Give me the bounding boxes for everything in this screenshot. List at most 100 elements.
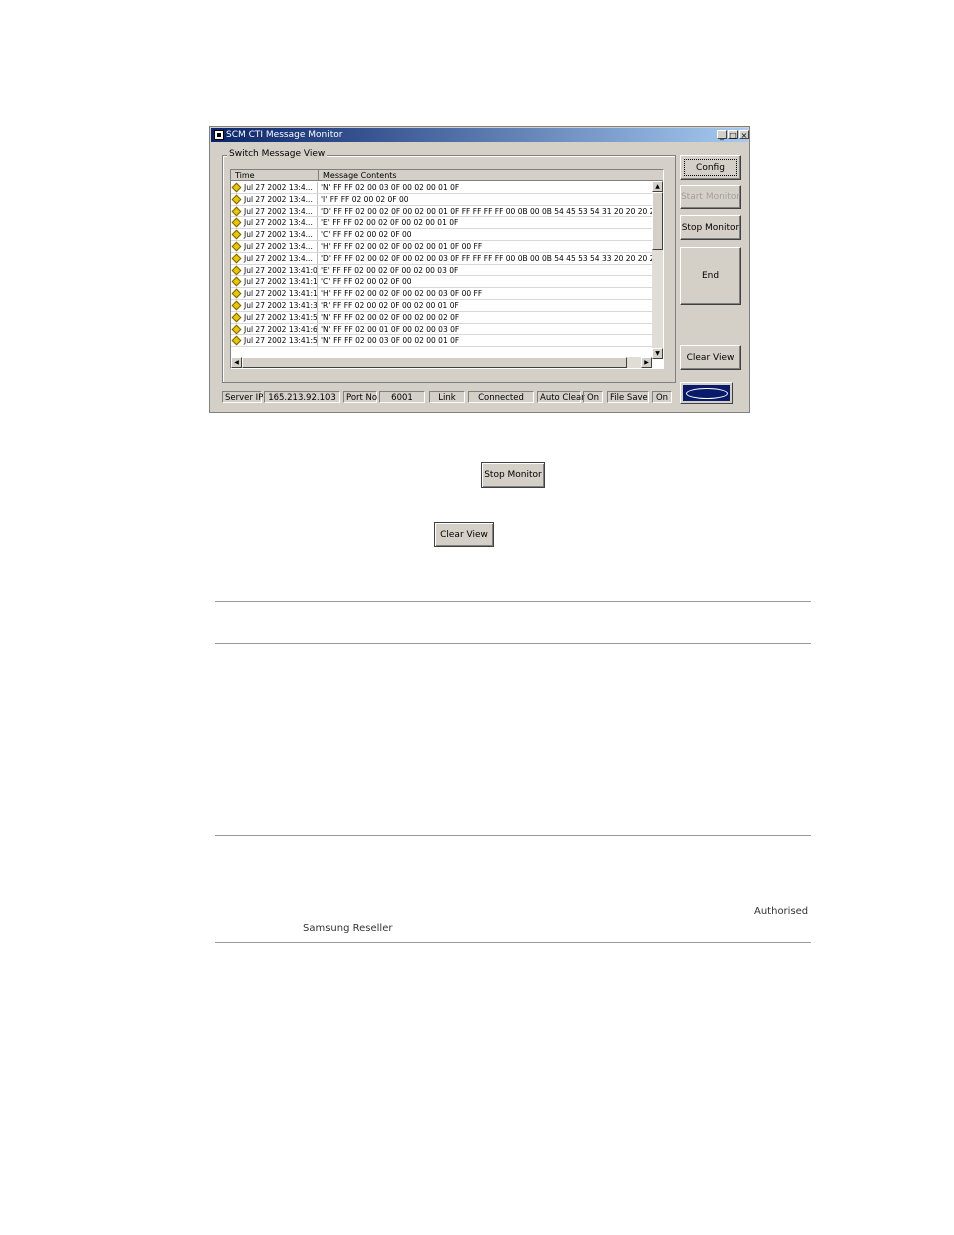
event-icon [231, 194, 242, 205]
close-button[interactable]: × [739, 130, 749, 140]
time-cell: Jul 27 2002 13:41:5 [231, 335, 318, 347]
time-cell: Jul 27 2002 13:4... [231, 182, 318, 193]
divider [215, 601, 811, 602]
footnote-reseller: Samsung Reseller [303, 923, 393, 934]
message-cell: 'I' FF FF 02 00 02 0F 00 [321, 194, 409, 204]
auto-clear-value: On [583, 391, 603, 403]
table-row[interactable]: Jul 27 2002 13:4... 'C' FF FF 02 00 02 0F… [231, 229, 653, 241]
event-icon [231, 335, 242, 346]
port-label: Port No [343, 391, 377, 403]
event-icon [231, 206, 242, 217]
time-text: Jul 27 2002 13:4... [244, 218, 313, 228]
table-row[interactable]: Jul 27 2002 13:41:6 'N' FF FF 02 00 01 0F… [231, 323, 653, 336]
start-monitor-button[interactable]: Start Monitor [680, 185, 741, 209]
time-cell: Jul 27 2002 13:4... [231, 217, 318, 229]
message-cell: 'D' FF FF 02 00 02 0F 00 02 00 01 0F FF … [321, 206, 653, 216]
time-text: Jul 27 2002 13:41:0 [244, 265, 318, 275]
time-text: Jul 27 2002 13:41:3 [244, 300, 318, 310]
message-cell: 'H' FF FF 02 00 02 0F 00 02 00 03 0F 00 … [321, 289, 483, 299]
horizontal-scroll-thumb[interactable] [242, 357, 627, 368]
event-icon [231, 182, 242, 193]
column-header-message[interactable]: Message Contents [319, 170, 663, 181]
table-row[interactable]: Jul 27 2002 13:41:5 'N' FF FF 02 00 03 0F… [231, 335, 653, 348]
file-save-value: On [652, 391, 672, 403]
time-cell: Jul 27 2002 13:41:1 [231, 288, 318, 299]
auto-clear-label: Auto Clear [537, 391, 585, 403]
time-text: Jul 27 2002 13:41:5 [244, 312, 318, 322]
clear-view-button[interactable]: Clear View [680, 345, 741, 370]
event-icon [231, 253, 242, 264]
event-icon [231, 288, 242, 299]
time-text: Jul 27 2002 13:41:1 [244, 289, 318, 299]
time-cell: Jul 27 2002 13:41:6 [231, 323, 318, 335]
message-cell: 'N' FF FF 02 00 01 0F 00 02 00 03 0F [321, 324, 460, 334]
table-row[interactable]: Jul 27 2002 13:4... 'H' FF FF 02 00 02 0F… [231, 240, 653, 253]
vertical-scroll-thumb[interactable] [652, 192, 663, 250]
time-text: Jul 27 2002 13:4... [244, 183, 313, 192]
maximize-button[interactable]: □ [728, 130, 738, 140]
table-row[interactable]: Jul 27 2002 13:4... 'I' FF FF 02 00 02 0F… [231, 193, 653, 206]
table-row[interactable]: Jul 27 2002 13:4... 'E' FF FF 02 00 02 0F… [231, 217, 653, 230]
time-cell: Jul 27 2002 13:41:5 [231, 311, 318, 323]
message-list[interactable]: Time Message Contents Jul 27 2002 13:4..… [230, 169, 664, 369]
message-cell: 'R' FF FF 02 00 02 0F 00 02 00 01 0F [321, 300, 459, 310]
message-monitor-window: SCM CTI Message Monitor _ □ × Switch Mes… [209, 126, 750, 413]
table-row[interactable]: Jul 27 2002 13:41:5 'N' FF FF 02 00 02 0F… [231, 311, 653, 324]
message-cell: 'C' FF FF 02 00 02 0F 00 [321, 230, 412, 240]
time-cell: Jul 27 2002 13:4... [231, 193, 318, 205]
table-row[interactable]: Jul 27 2002 13:41:3 'R' FF FF 02 00 02 0F… [231, 299, 653, 312]
stop-monitor-button-image: Stop Monitor [481, 462, 545, 488]
window-title: SCM CTI Message Monitor [226, 130, 343, 140]
column-header-time[interactable]: Time [231, 170, 319, 181]
time-cell: Jul 27 2002 13:4... [231, 229, 318, 240]
scroll-right-button[interactable]: ▶ [641, 357, 652, 368]
message-cell: 'N' FF FF 02 00 03 0F 00 02 00 01 0F [321, 336, 460, 346]
samsung-logo[interactable] [680, 382, 733, 404]
title-bar[interactable]: SCM CTI Message Monitor _ □ × [211, 128, 749, 142]
table-row[interactable]: Jul 27 2002 13:41:1 'H' FF FF 02 00 02 0F… [231, 288, 653, 300]
minimize-button[interactable]: _ [717, 130, 727, 140]
message-cell: 'E' FF FF 02 00 02 0F 00 02 00 03 0F [321, 265, 459, 275]
event-icon [231, 324, 242, 335]
scroll-left-button[interactable]: ◀ [231, 357, 242, 368]
message-cell: 'N' FF FF 02 00 02 0F 00 02 00 02 0F [321, 312, 460, 322]
time-text: Jul 27 2002 13:4... [244, 241, 313, 251]
divider [215, 942, 811, 943]
horizontal-scrollbar[interactable]: ◀ ▶ [231, 357, 652, 368]
table-row[interactable]: Jul 27 2002 13:4... 'D' FF FF 02 00 02 0F… [231, 205, 653, 218]
app-icon[interactable] [214, 130, 224, 140]
clear-view-button-image: Clear View [434, 522, 494, 547]
port-value: 6001 [379, 391, 425, 403]
vertical-scrollbar[interactable]: ▲ ▼ [652, 181, 663, 359]
table-row[interactable]: Jul 27 2002 13:4... 'N' FF FF 02 00 03 0F… [231, 182, 653, 194]
event-icon [231, 229, 242, 240]
list-header: Time Message Contents [231, 170, 663, 181]
event-icon [231, 217, 242, 228]
file-save-label: File Save [607, 391, 649, 403]
message-cell: 'E' FF FF 02 00 02 0F 00 02 00 01 0F [321, 218, 459, 228]
event-icon [231, 241, 242, 252]
server-ip-label: Server IP [222, 391, 263, 403]
end-button[interactable]: End [680, 247, 741, 305]
time-cell: Jul 27 2002 13:4... [231, 240, 318, 252]
divider [215, 835, 811, 836]
message-cell: 'C' FF FF 02 00 02 0F 00 [321, 277, 412, 287]
scroll-down-button[interactable]: ▼ [652, 348, 663, 359]
table-row[interactable]: Jul 27 2002 13:41:1 'C' FF FF 02 00 02 0F… [231, 276, 653, 289]
time-text: Jul 27 2002 13:41:6 [244, 324, 318, 334]
time-cell: Jul 27 2002 13:41:3 [231, 299, 318, 311]
table-row[interactable]: Jul 27 2002 13:41:0 'E' FF FF 02 00 02 0F… [231, 264, 653, 277]
event-icon [231, 312, 242, 323]
table-row[interactable]: Jul 27 2002 13:4... 'D' FF FF 02 00 02 0F… [231, 252, 653, 265]
time-cell: Jul 27 2002 13:41:1 [231, 276, 318, 288]
config-button[interactable]: Config [680, 155, 741, 180]
scroll-up-button[interactable]: ▲ [652, 181, 663, 192]
time-text: Jul 27 2002 13:4... [244, 206, 313, 216]
time-cell: Jul 27 2002 13:41:0 [231, 264, 318, 276]
footnote-authorised: Authorised [754, 906, 809, 917]
time-text: Jul 27 2002 13:4... [244, 253, 313, 263]
message-cell: 'H' FF FF 02 00 02 0F 00 02 00 01 0F 00 … [321, 241, 483, 251]
stop-monitor-button[interactable]: Stop Monitor [680, 215, 741, 240]
divider [215, 643, 811, 644]
message-rows: Jul 27 2002 13:4... 'N' FF FF 02 00 03 0F… [231, 182, 653, 348]
